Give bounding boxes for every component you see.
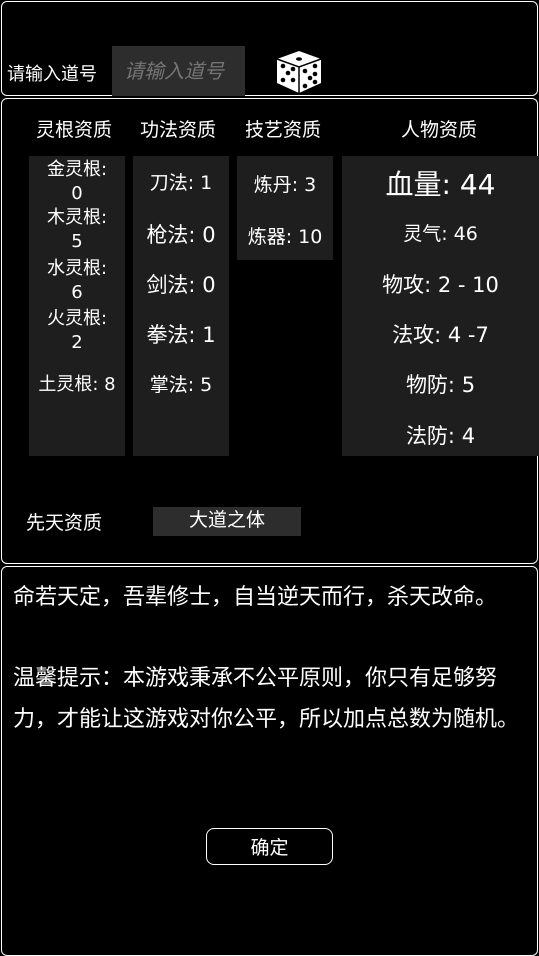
story-panel: 命若天定，吾辈修士，自当逆天而行，杀天改命。 温馨提示：本游戏秉承不公平原则，你… — [1, 566, 538, 956]
stats-panel: 灵根资质 功法资质 技艺资质 人物资质 金灵根: 0 木灵根: 5 水灵根: 6… — [1, 98, 539, 564]
seed-input[interactable] — [112, 46, 245, 96]
phys-atk-value: 物攻: 2 - 10 — [382, 273, 499, 297]
saber-value: 刀法: 1 — [149, 172, 213, 194]
forging-value: 炼器: 10 — [247, 226, 323, 248]
wood-root-value: 木灵根: 5 — [46, 207, 108, 252]
fire-root-value: 火灵根: 2 — [46, 308, 108, 353]
fist-value: 拳法: 1 — [146, 323, 216, 347]
innate-label: 先天资质 — [26, 512, 103, 534]
seed-panel: 请输入道号 — [1, 1, 538, 96]
mag-def-value: 法防: 4 — [405, 424, 476, 448]
sword-value: 剑法: 0 — [146, 273, 216, 297]
header-technique: 功法资质 — [139, 119, 216, 141]
technique-column — [133, 156, 229, 456]
header-character: 人物资质 — [400, 119, 477, 141]
seed-label: 请输入道号 — [7, 64, 97, 85]
story-line-1: 命若天定，吾辈修士，自当逆天而行，杀天改命。 — [13, 585, 498, 610]
qi-value: 灵气: 46 — [403, 223, 478, 245]
story-line-2: 温馨提示：本游戏秉承不公平原则，你只有足够努力，才能让这游戏对你公平，所以加点总… — [13, 666, 520, 732]
water-root-value: 水灵根: 6 — [46, 258, 108, 303]
hp-value: 血量: 44 — [385, 168, 496, 201]
dice-icon[interactable] — [275, 49, 323, 95]
palm-value: 掌法: 5 — [149, 374, 213, 396]
earth-root-value: 土灵根: 8 — [38, 374, 116, 395]
mag-atk-value: 法攻: 4 -7 — [392, 323, 489, 347]
innate-value: 大道之体 — [153, 507, 301, 536]
alchemy-value: 炼丹: 3 — [253, 174, 317, 196]
confirm-button[interactable]: 确定 — [206, 828, 333, 865]
header-craft: 技艺资质 — [244, 119, 321, 141]
phys-def-value: 物防: 5 — [405, 373, 476, 397]
spear-value: 枪法: 0 — [146, 223, 216, 247]
metal-root-value: 金灵根: 0 — [46, 159, 108, 204]
header-spirit-root: 灵根资质 — [35, 119, 112, 141]
